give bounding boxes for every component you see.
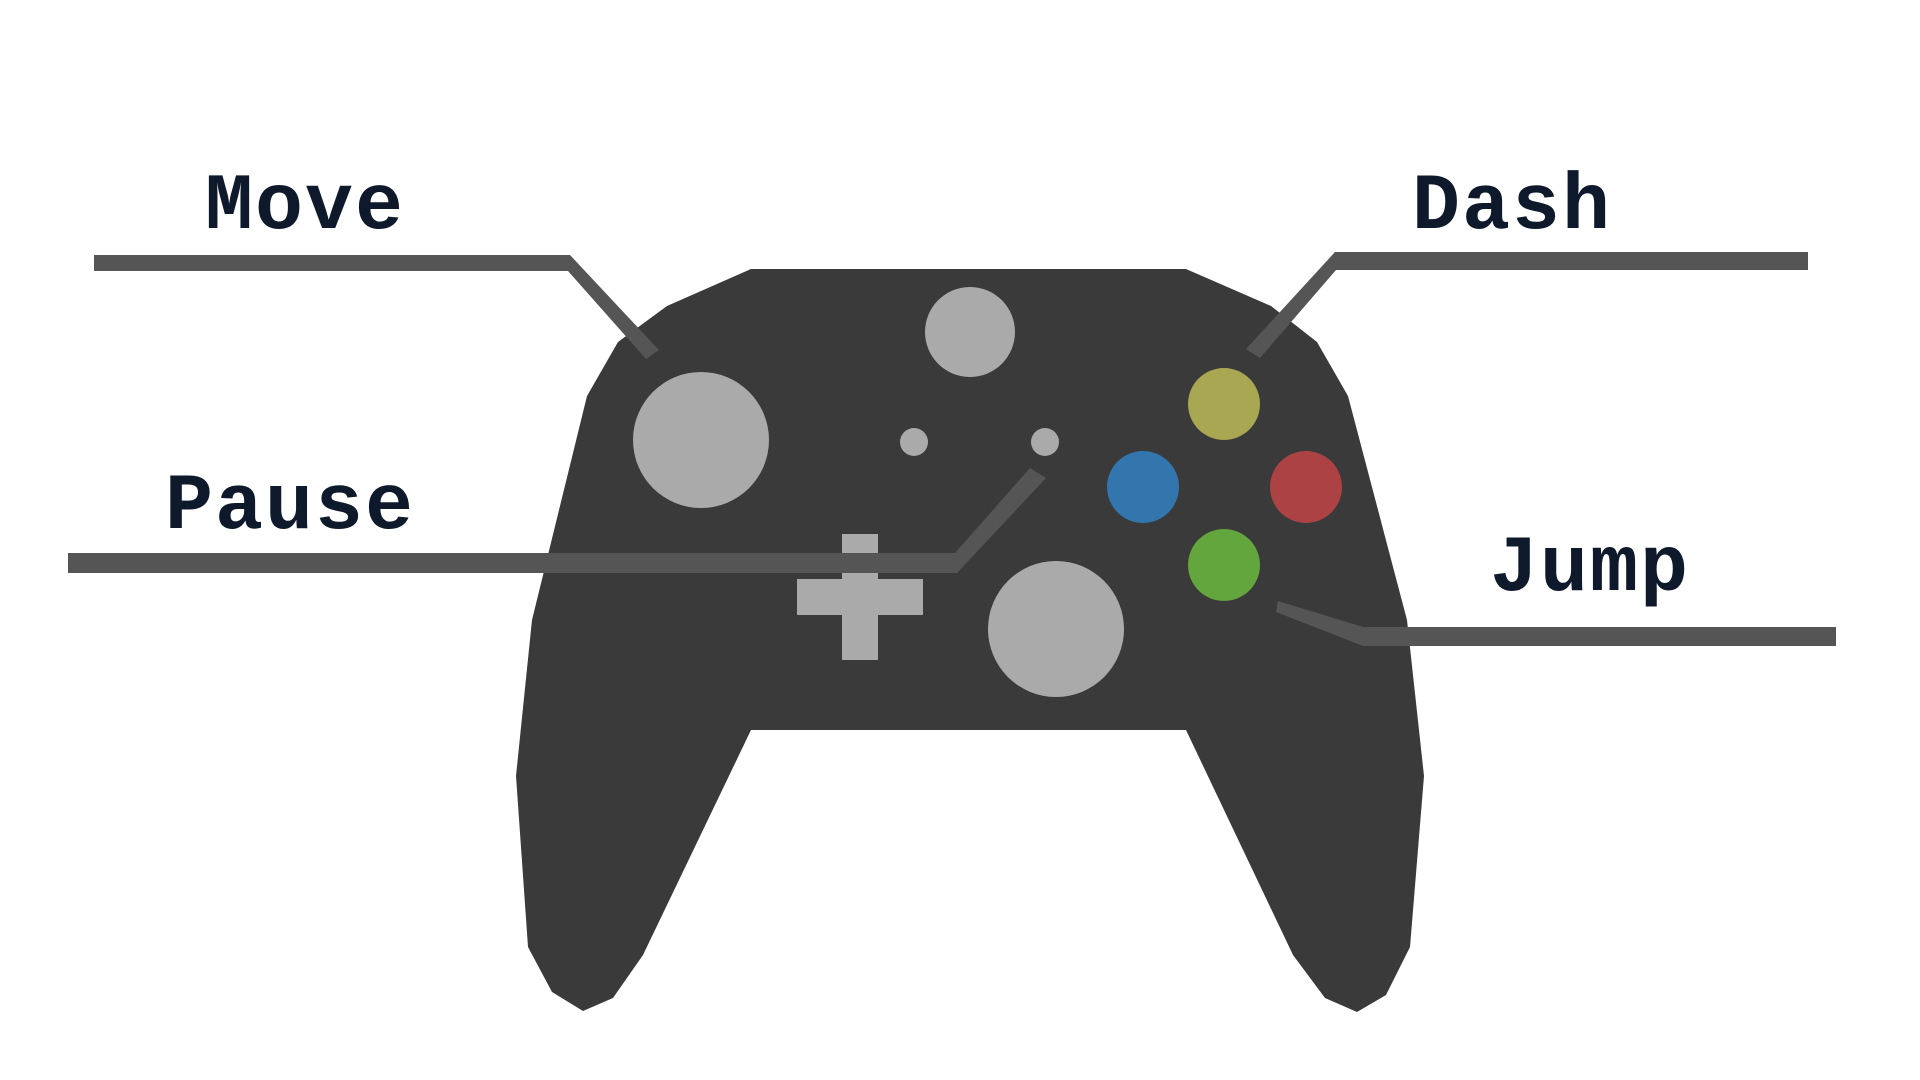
move-leader-line xyxy=(94,255,659,359)
right-thumbstick xyxy=(988,561,1124,697)
dash-label: Dash xyxy=(1412,162,1612,253)
dash-leader-line xyxy=(1246,252,1808,358)
jump-label: Jump xyxy=(1490,524,1690,615)
dpad-horizontal xyxy=(797,579,923,615)
controller-diagram: Move Dash Pause Jump xyxy=(0,0,1920,1080)
face-button-left xyxy=(1107,451,1179,523)
face-button-right xyxy=(1270,451,1342,523)
menu-button xyxy=(1031,428,1059,456)
view-button xyxy=(900,428,928,456)
home-button xyxy=(925,287,1015,377)
controller-diagram-svg: Move Dash Pause Jump xyxy=(68,162,1836,1012)
move-label: Move xyxy=(205,162,405,253)
pause-label: Pause xyxy=(165,462,415,553)
face-button-bottom xyxy=(1188,529,1260,601)
controller-body xyxy=(516,269,1424,1012)
face-button-top xyxy=(1188,368,1260,440)
left-thumbstick xyxy=(633,372,769,508)
